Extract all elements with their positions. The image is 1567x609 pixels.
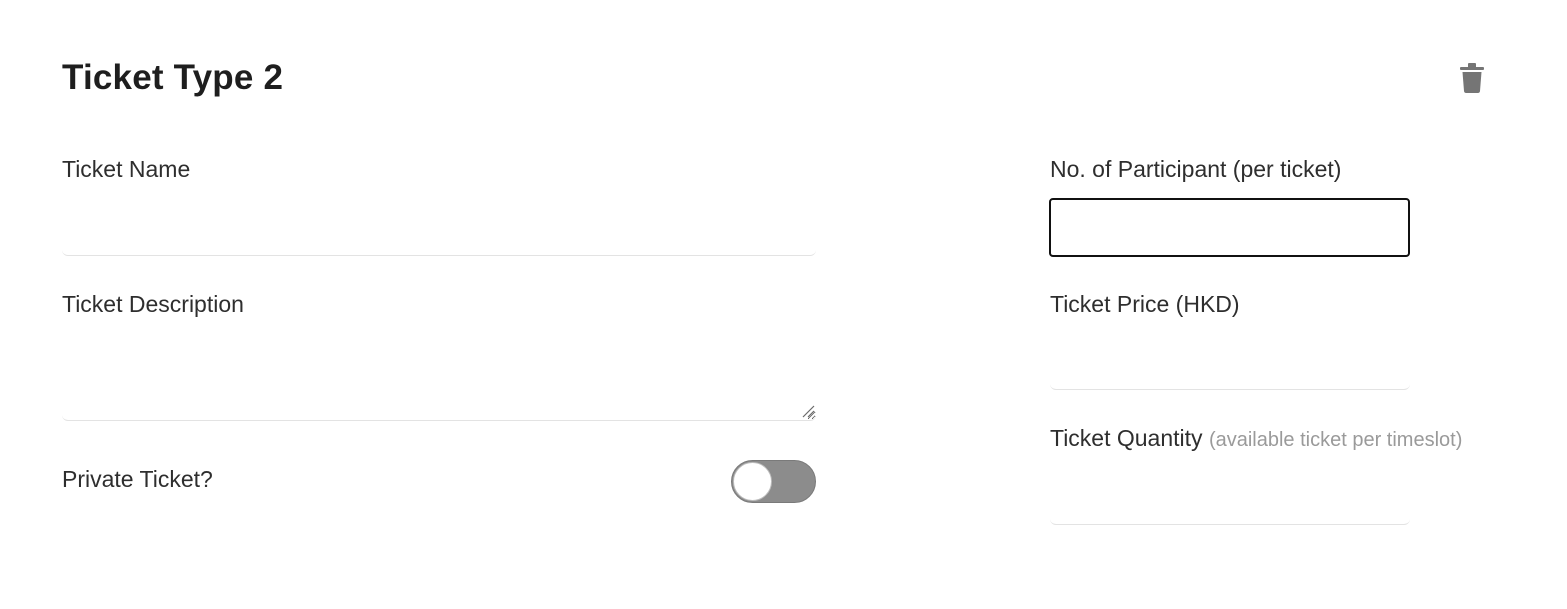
private-ticket-label: Private Ticket? (62, 466, 213, 492)
ticket-name-input[interactable] (62, 200, 816, 256)
ticket-description-textarea[interactable] (62, 335, 816, 421)
delete-ticket-button[interactable] (1458, 62, 1486, 94)
ticket-description-label: Ticket Description (62, 291, 244, 317)
participants-label: No. of Participant (per ticket) (1050, 156, 1342, 182)
ticket-type-card: Ticket Type 2 Ticket Name Ticket Descrip… (0, 0, 1567, 609)
resize-grip-icon[interactable] (801, 404, 815, 418)
ticket-name-label: Ticket Name (62, 156, 191, 182)
ticket-price-label: Ticket Price (HKD) (1050, 291, 1240, 317)
toggle-knob (733, 462, 772, 501)
trash-icon (1460, 63, 1484, 93)
private-ticket-toggle[interactable] (731, 460, 816, 503)
ticket-quantity-label: Ticket Quantity (1050, 425, 1203, 451)
ticket-price-input[interactable] (1050, 335, 1410, 390)
participants-input[interactable] (1049, 198, 1410, 257)
ticket-quantity-input[interactable] (1050, 470, 1410, 525)
ticket-quantity-label-group: Ticket Quantity (available ticket per ti… (1050, 425, 1462, 452)
card-title: Ticket Type 2 (62, 58, 284, 97)
ticket-quantity-hint: (available ticket per timeslot) (1208, 429, 1463, 451)
